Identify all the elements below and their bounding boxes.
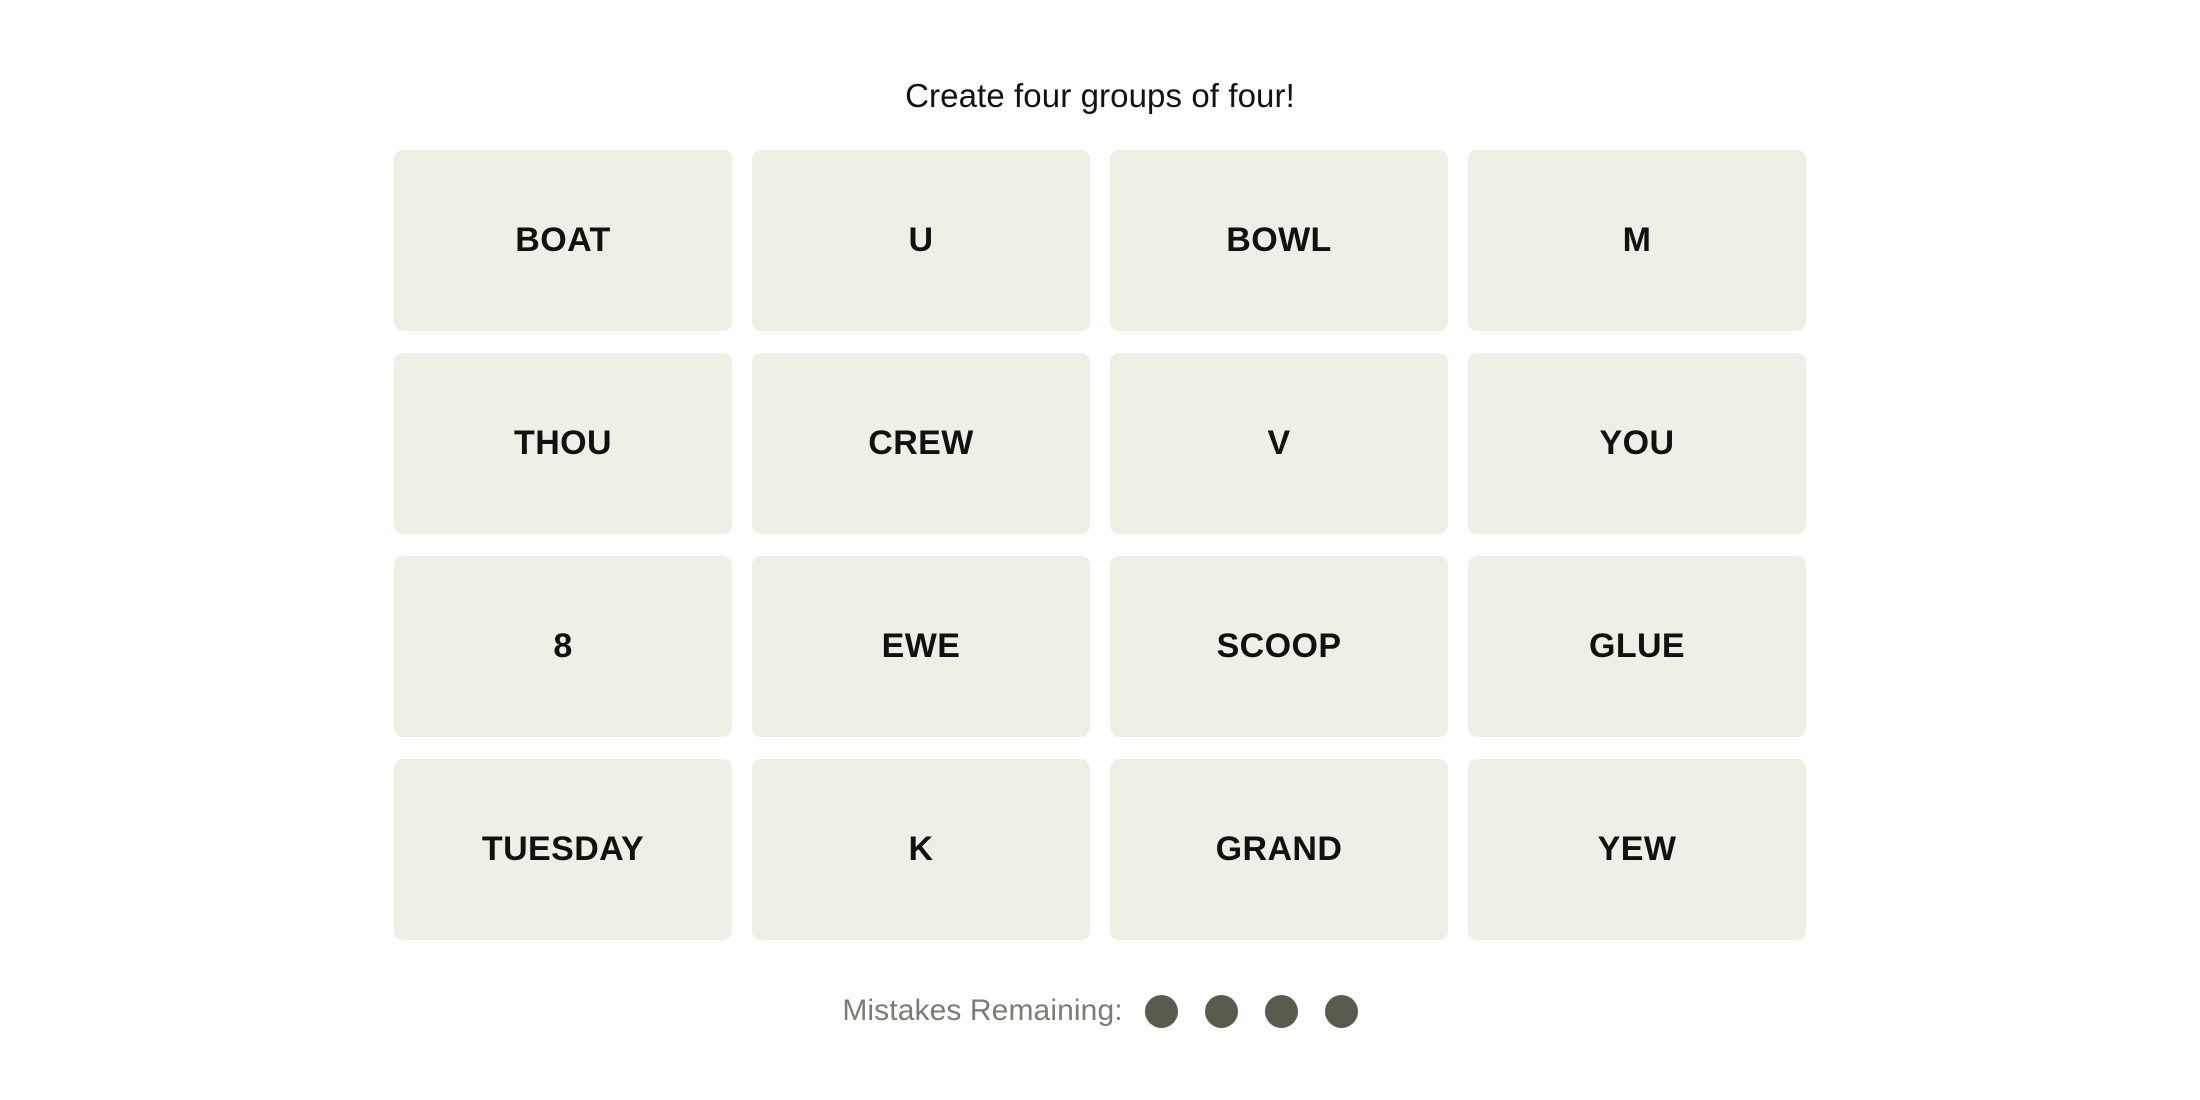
word-tile[interactable]: GRAND — [1110, 758, 1448, 940]
word-tile-label: GRAND — [1215, 830, 1343, 869]
word-tile[interactable]: BOWL — [1110, 149, 1448, 331]
word-tile[interactable]: EWE — [752, 555, 1090, 737]
word-tile-label: YEW — [1597, 830, 1677, 869]
word-tile[interactable]: THOU — [394, 352, 732, 534]
word-tile-label: EWE — [881, 627, 961, 666]
word-tile[interactable]: 8 — [394, 555, 732, 737]
mistakes-remaining-label: Mistakes Remaining: — [842, 994, 1123, 1028]
word-tile-label: YOU — [1599, 424, 1675, 463]
word-tile-label: U — [908, 221, 934, 260]
word-tile[interactable]: CREW — [752, 352, 1090, 534]
mistakes-footer: Mistakes Remaining: — [842, 994, 1358, 1028]
connections-game-root: Create four groups of four! BOAT U BOWL M TH… — [0, 0, 2200, 1100]
word-tile-label: SCOOP — [1216, 627, 1342, 666]
page-title: Create four groups of four! — [905, 77, 1295, 114]
word-tile[interactable]: BOAT — [394, 149, 732, 331]
word-tile-label: THOU — [514, 424, 612, 463]
word-tile[interactable]: TUESDAY — [394, 758, 732, 940]
word-tile[interactable]: YOU — [1468, 352, 1806, 534]
word-tile[interactable]: M — [1468, 149, 1806, 331]
word-tile-label: BOWL — [1226, 221, 1332, 260]
mistake-dot-4 — [1324, 994, 1358, 1028]
mistake-dot-1 — [1144, 994, 1178, 1028]
word-tile-label: TUESDAY — [481, 830, 645, 869]
mistake-dot-3 — [1264, 994, 1298, 1028]
word-tile[interactable]: SCOOP — [1110, 555, 1448, 737]
mistake-dot-2 — [1204, 994, 1238, 1028]
word-tile-label: GLUE — [1588, 627, 1686, 666]
word-tile[interactable]: K — [752, 758, 1090, 940]
word-tile-label: CREW — [868, 424, 974, 463]
word-tile[interactable]: U — [752, 149, 1090, 331]
word-tile-label: K — [908, 830, 934, 869]
word-tile[interactable]: GLUE — [1468, 555, 1806, 737]
word-tile[interactable]: YEW — [1468, 758, 1806, 940]
word-tile-label: M — [1622, 221, 1652, 260]
tile-grid: BOAT U BOWL M THOU CREW V YOU 8 EWE SCOOP GLUE TUESD… — [394, 149, 1806, 940]
word-tile-label: BOAT — [515, 221, 611, 260]
word-tile-label: V — [1267, 424, 1291, 463]
word-tile-label: 8 — [553, 627, 573, 666]
mistake-dots-group — [1144, 994, 1358, 1028]
word-tile[interactable]: V — [1110, 352, 1448, 534]
